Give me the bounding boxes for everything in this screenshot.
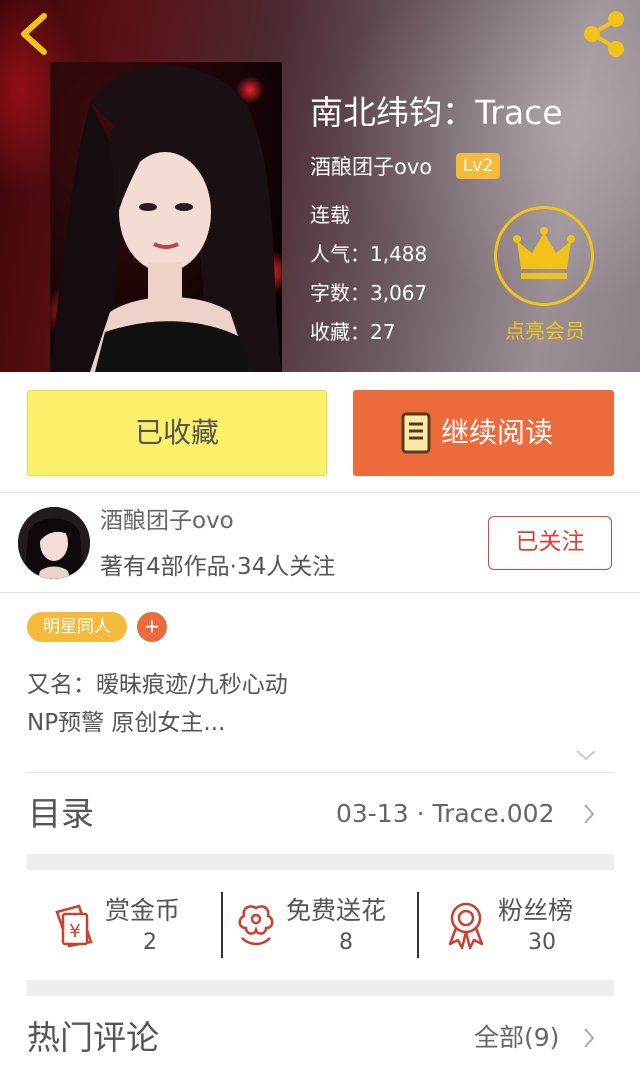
flowers-value: 8 xyxy=(339,930,353,955)
share-button[interactable] xyxy=(578,8,630,60)
vip-button[interactable] xyxy=(494,206,594,306)
back-arrow-icon xyxy=(21,13,47,55)
separator xyxy=(221,892,223,958)
divider xyxy=(27,772,614,773)
latest-chapter[interactable]: 03-13 · Trace.002 xyxy=(336,796,554,832)
book-header: 南北纬钧：Trace 酒酿团子ovo Lv2 连载 人气：1,488 字数：3,… xyxy=(0,0,640,372)
catalog-title: 目录 xyxy=(28,794,94,833)
book-title: 南北纬钧：Trace xyxy=(310,93,563,132)
word-count-text: 字数：3,067 xyxy=(310,281,428,305)
crown-icon xyxy=(513,227,575,279)
continue-reading-button[interactable]: 继续阅读 xyxy=(353,390,614,476)
cover-portrait xyxy=(50,62,282,372)
flower-icon xyxy=(238,905,274,946)
fans-ranking-button[interactable]: 粉丝榜 30 xyxy=(422,880,614,970)
status-text: 连载 xyxy=(310,203,350,227)
svg-text:¥: ¥ xyxy=(69,921,80,942)
all-comments-link[interactable]: 全部(9) xyxy=(474,1020,559,1056)
divider xyxy=(0,592,640,593)
favorited-button[interactable]: 已收藏 xyxy=(27,390,327,476)
author-name-header[interactable]: 酒酿团子ovo xyxy=(310,150,432,184)
author-name[interactable]: 酒酿团子ovo xyxy=(100,503,234,539)
divider xyxy=(0,492,640,493)
chevron-right-icon xyxy=(584,1028,595,1048)
tag-chip[interactable]: 明星同人 xyxy=(27,612,127,642)
expand-description-button[interactable] xyxy=(574,745,598,765)
hot-comments-title: 热门评论 xyxy=(27,1018,159,1057)
section-spacer xyxy=(27,980,614,996)
description-line: NP预警 原创女主... xyxy=(27,710,226,736)
avatar-image xyxy=(18,507,90,579)
share-icon xyxy=(584,11,624,57)
ribbon-medal-icon xyxy=(448,902,484,950)
continue-reading-label: 继续阅读 xyxy=(441,416,554,449)
book-icon xyxy=(401,412,431,454)
follow-button[interactable]: 已关注 xyxy=(488,516,612,570)
favorites-count-text: 收藏：27 xyxy=(310,320,396,344)
free-flowers-button[interactable]: 免费送花 8 xyxy=(226,880,416,970)
vip-label[interactable]: 点亮会员 xyxy=(480,316,610,346)
popularity-text: 人气：1,488 xyxy=(310,242,428,266)
chevron-down-icon xyxy=(576,750,596,761)
reward-label: 赏金币 xyxy=(105,896,181,925)
fans-label: 粉丝榜 xyxy=(498,896,574,925)
flowers-label: 免费送花 xyxy=(286,896,387,925)
add-tag-button[interactable]: + xyxy=(137,612,167,642)
level-badge: Lv2 xyxy=(456,153,500,179)
book-cover-image[interactable] xyxy=(50,62,282,372)
author-stats: 著有4部作品·34人关注 xyxy=(100,554,336,580)
fans-value: 30 xyxy=(528,930,556,955)
avatar[interactable] xyxy=(18,507,90,579)
reward-value: 2 xyxy=(143,930,157,955)
back-button[interactable] xyxy=(14,10,58,58)
separator xyxy=(417,892,419,958)
reward-coins-button[interactable]: ¥ 赏金币 2 xyxy=(27,880,217,970)
chevron-right-icon xyxy=(584,804,595,824)
section-spacer xyxy=(27,854,614,870)
description-line: 又名：暧昧痕迹/九秒心动 xyxy=(27,672,288,698)
red-envelope-yen-icon: ¥ xyxy=(55,904,93,948)
